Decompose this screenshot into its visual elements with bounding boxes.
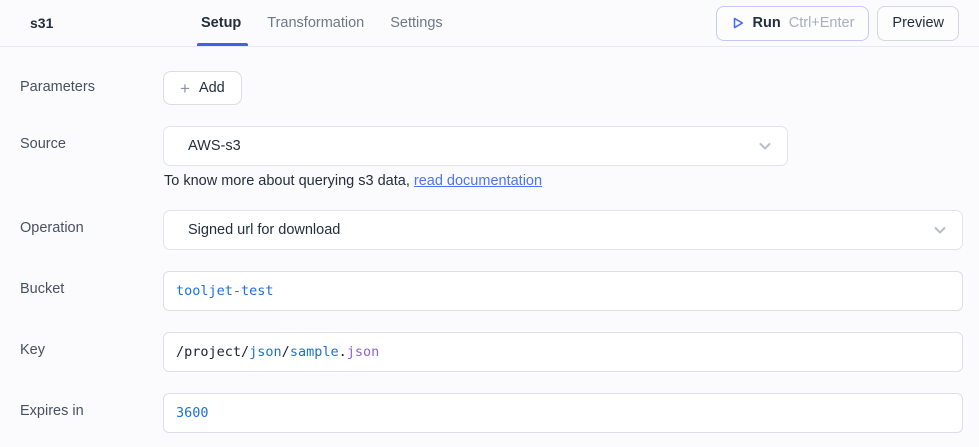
tab-settings[interactable]: Settings [389,0,443,46]
chevron-down-icon [932,222,948,238]
key-label: Key [20,332,163,358]
query-setup-form: Parameters + Add Source AWS-s3 To know m… [0,47,979,433]
read-documentation-link[interactable]: read documentation [414,173,542,189]
header-actions: Run Ctrl+Enter Preview [716,0,979,46]
key-row: Key /project/json/sample.json [0,332,979,372]
chevron-down-icon [757,138,773,154]
expires-row: Expires in 3600 [0,393,979,433]
plus-icon: + [180,80,190,97]
run-button[interactable]: Run Ctrl+Enter [716,6,870,41]
expires-input[interactable]: 3600 [163,393,963,433]
source-selected-value: AWS-s3 [188,138,241,154]
run-shortcut-hint: Ctrl+Enter [789,15,855,31]
key-editor-content: /project/json/sample.json [176,344,379,360]
tab-bar: Setup Transformation Settings [200,0,444,46]
query-editor-header: s31 Setup Transformation Settings Run Ct… [0,0,979,47]
parameters-row: Parameters + Add [0,71,979,105]
play-icon [731,16,745,30]
operation-selected-value: Signed url for download [188,222,340,238]
source-select[interactable]: AWS-s3 [163,126,788,166]
bucket-row: Bucket tooljet-test [0,271,979,311]
add-parameter-button[interactable]: + Add [163,71,242,105]
query-name: s31 [0,0,200,46]
expires-label: Expires in [20,393,163,419]
helper-text-static: To know more about querying s3 data, [164,173,414,189]
source-row: Source AWS-s3 To know more about queryin… [0,126,979,189]
operation-row: Operation Signed url for download [0,210,979,250]
bucket-input[interactable]: tooljet-test [163,271,963,311]
tab-transformation[interactable]: Transformation [266,0,365,46]
tab-setup[interactable]: Setup [200,0,242,46]
operation-label: Operation [20,210,163,236]
bucket-value: tooljet-test [176,283,274,299]
preview-button[interactable]: Preview [877,6,959,41]
preview-button-label: Preview [892,15,944,31]
run-button-label: Run [753,15,781,31]
add-parameter-label: Add [199,80,225,96]
parameters-label: Parameters [20,71,163,95]
operation-select[interactable]: Signed url for download [163,210,963,250]
source-label: Source [20,126,163,152]
key-input[interactable]: /project/json/sample.json [163,332,963,372]
source-helper-text: To know more about querying s3 data, rea… [163,173,963,189]
expires-value: 3600 [176,405,209,421]
bucket-label: Bucket [20,271,163,297]
